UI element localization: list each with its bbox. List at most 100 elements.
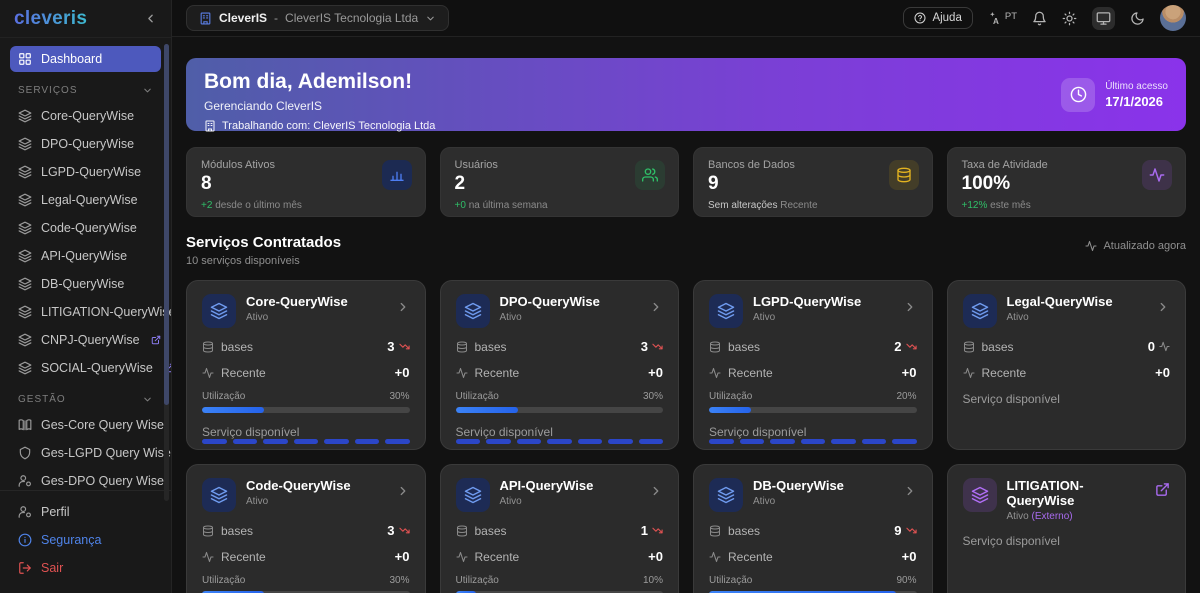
sidebar-section-servicos[interactable]: SERVIÇOS bbox=[10, 74, 161, 103]
sidebar-item-service[interactable]: LITIGATION-QueryWise bbox=[10, 299, 161, 325]
chevron-right-icon[interactable] bbox=[649, 484, 663, 498]
user-icon bbox=[18, 505, 32, 519]
chevron-right-icon[interactable] bbox=[396, 484, 410, 498]
sidebar-item-service[interactable]: Legal-QueryWise bbox=[10, 187, 161, 213]
service-status: Ativo (Externo) bbox=[500, 312, 600, 323]
sidebar-item-service[interactable]: API-QueryWise bbox=[10, 243, 161, 269]
chart-bar bbox=[709, 439, 734, 444]
service-card[interactable]: Code-QueryWise Ativo (Externo) bases 3 bbox=[186, 464, 426, 593]
recente-value: +0 bbox=[902, 365, 917, 380]
sidebar-item-seguranca[interactable]: Segurança bbox=[10, 527, 161, 553]
sidebar-item-service[interactable]: LGPD-QueryWise bbox=[10, 159, 161, 185]
language-switcher[interactable]: A PT bbox=[988, 11, 1017, 26]
stat-delta: +12% bbox=[962, 200, 988, 211]
recente-label: Recente bbox=[982, 366, 1027, 380]
recente-row: Recente +0 bbox=[202, 365, 410, 380]
database-icon bbox=[202, 341, 214, 353]
bases-value: 3 bbox=[387, 523, 394, 538]
service-card[interactable]: LGPD-QueryWise Ativo (Externo) bases 2 bbox=[693, 280, 933, 450]
layers-icon bbox=[18, 193, 32, 207]
chevron-right-icon[interactable] bbox=[649, 300, 663, 314]
recente-value: +0 bbox=[648, 549, 663, 564]
service-card-header: Core-QueryWise Ativo (Externo) bbox=[202, 294, 410, 328]
bases-label: bases bbox=[475, 340, 507, 354]
sidebar-item-perfil[interactable]: Perfil bbox=[10, 499, 161, 525]
external-link-icon bbox=[151, 335, 161, 345]
dark-theme-moon-icon[interactable] bbox=[1130, 11, 1145, 26]
recente-label: Recente bbox=[475, 550, 520, 564]
external-link-icon[interactable] bbox=[1155, 482, 1170, 497]
stat-card-modulos: Módulos Ativos 8 +2 desde o último mês bbox=[186, 147, 426, 217]
help-button[interactable]: Ajuda bbox=[903, 7, 972, 29]
service-name: LGPD-QueryWise bbox=[753, 294, 861, 309]
sidebar-item-service[interactable]: DB-QueryWise bbox=[10, 271, 161, 297]
activity-icon bbox=[202, 551, 214, 563]
utilization-track bbox=[456, 407, 664, 413]
utilization-label: Utilização bbox=[709, 391, 752, 402]
light-theme-sun-icon[interactable] bbox=[1062, 11, 1077, 26]
recente-value: +0 bbox=[1155, 365, 1170, 380]
service-card[interactable]: API-QueryWise Ativo (Externo) bases 1 bbox=[440, 464, 680, 593]
service-available-text: Serviço disponível bbox=[456, 425, 664, 439]
chevron-right-icon[interactable] bbox=[903, 300, 917, 314]
system-theme-monitor-icon[interactable] bbox=[1092, 7, 1115, 30]
sidebar-item-service[interactable]: Core-QueryWise bbox=[10, 103, 161, 129]
sidebar-scrollbar[interactable] bbox=[164, 44, 169, 501]
chart-bar bbox=[263, 439, 288, 444]
company-selector[interactable]: CleverIS - CleverIS Tecnologia Ltda bbox=[186, 5, 449, 31]
sidebar-item-ges-lgpd[interactable]: Ges-LGPD Query Wise bbox=[10, 440, 161, 466]
database-icon bbox=[709, 341, 721, 353]
sidebar-item-service[interactable]: Code-QueryWise bbox=[10, 215, 161, 241]
building-icon bbox=[204, 120, 216, 132]
service-card[interactable]: Core-QueryWise Ativo (Externo) bases 3 bbox=[186, 280, 426, 450]
recente-label: Recente bbox=[728, 366, 773, 380]
recente-label: Recente bbox=[728, 550, 773, 564]
layers-icon bbox=[456, 478, 490, 512]
sidebar-footer: Perfil Segurança Sair bbox=[0, 490, 171, 593]
sidebar-item-ges-dpo[interactable]: Ges-DPO Query Wise bbox=[10, 468, 161, 490]
layers-icon bbox=[456, 294, 490, 328]
sidebar-item-service[interactable]: DPO-QueryWise bbox=[10, 131, 161, 157]
sidebar-item-sair[interactable]: Sair bbox=[10, 555, 161, 581]
sidebar-section-gestao[interactable]: GESTÃO bbox=[10, 383, 161, 412]
utilization-track bbox=[709, 407, 917, 413]
help-circle-icon bbox=[914, 12, 926, 24]
chevron-right-icon[interactable] bbox=[1156, 300, 1170, 314]
sidebar-item-label: Ges-Core Query Wise bbox=[41, 418, 164, 432]
book-icon bbox=[18, 418, 32, 432]
notifications-bell-icon[interactable] bbox=[1032, 11, 1047, 26]
user-avatar[interactable] bbox=[1160, 5, 1186, 31]
activity-icon bbox=[1142, 160, 1172, 190]
sidebar-item-label: API-QueryWise bbox=[41, 249, 127, 263]
chart-bar bbox=[233, 439, 258, 444]
bases-label: bases bbox=[728, 340, 760, 354]
service-card-header: Code-QueryWise Ativo (Externo) bbox=[202, 478, 410, 512]
service-card[interactable]: LITIGATION-QueryWise Ativo (Externo) bas… bbox=[947, 464, 1187, 593]
service-card-header: Legal-QueryWise Ativo (Externo) bbox=[963, 294, 1171, 328]
utilization-percent: 30% bbox=[389, 575, 409, 586]
sidebar-item-dashboard[interactable]: Dashboard bbox=[10, 46, 161, 72]
sidebar-item-label: SOCIAL-QueryWise bbox=[41, 361, 153, 375]
service-card[interactable]: DB-QueryWise Ativo (Externo) bases 9 bbox=[693, 464, 933, 593]
sidebar-collapse-button[interactable] bbox=[144, 12, 157, 25]
dashboard-content: Bom dia, Ademilson! Gerenciando CleverIS… bbox=[172, 37, 1200, 593]
brand-logo: cleveris bbox=[14, 8, 87, 30]
last-access: Último acesso 17/1/2026 bbox=[1061, 70, 1168, 119]
layers-icon bbox=[202, 294, 236, 328]
chevron-right-icon[interactable] bbox=[903, 484, 917, 498]
recente-row: Recente +0 bbox=[709, 365, 917, 380]
bar-chart-icon bbox=[382, 160, 412, 190]
layers-icon bbox=[18, 137, 32, 151]
stat-label: Taxa de Atividade bbox=[962, 159, 1172, 171]
service-name: API-QueryWise bbox=[500, 478, 594, 493]
sidebar-item-service[interactable]: SOCIAL-QueryWise bbox=[10, 355, 161, 381]
sidebar-item-service[interactable]: CNPJ-QueryWise bbox=[10, 327, 161, 353]
bases-value: 2 bbox=[894, 339, 901, 354]
sidebar-item-ges-core[interactable]: Ges-Core Query Wise bbox=[10, 412, 161, 438]
service-card[interactable]: DPO-QueryWise Ativo (Externo) bases 3 bbox=[440, 280, 680, 450]
trending-down-icon bbox=[652, 341, 663, 352]
chevron-right-icon[interactable] bbox=[396, 300, 410, 314]
service-name: Legal-QueryWise bbox=[1007, 294, 1113, 309]
service-card[interactable]: Legal-QueryWise Ativo (Externo) bases 0 bbox=[947, 280, 1187, 450]
sidebar-scrollbar-thumb[interactable] bbox=[164, 44, 169, 405]
